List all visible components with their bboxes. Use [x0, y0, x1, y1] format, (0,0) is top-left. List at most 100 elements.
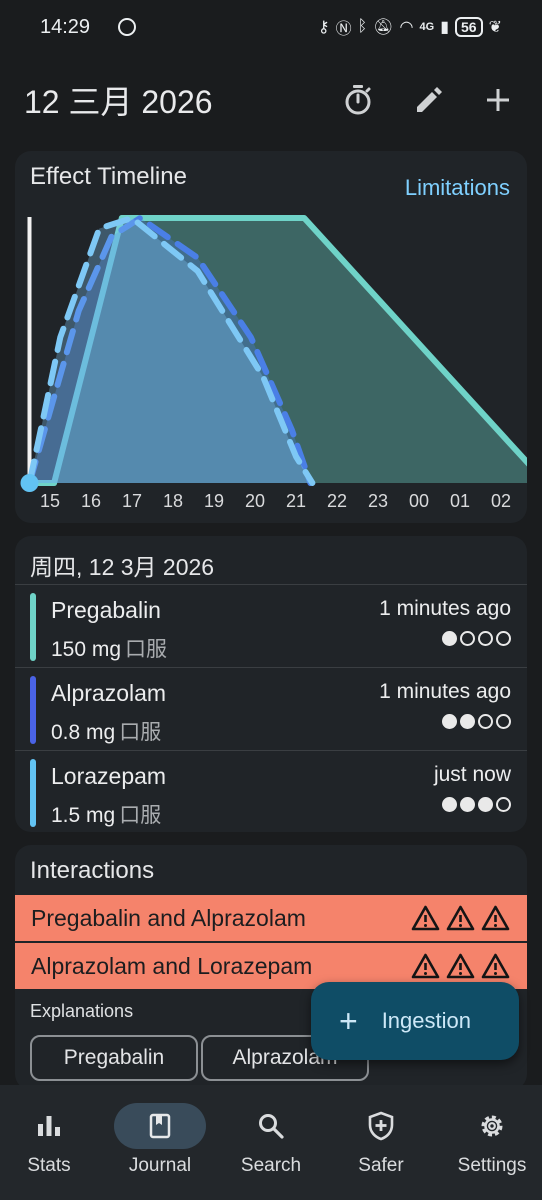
empty-dot-icon — [496, 631, 511, 646]
route-label: 口服 — [119, 721, 162, 744]
interaction-label: Pregabalin and Alprazolam — [31, 904, 306, 931]
time-ago: 1 minutes ago — [379, 680, 511, 703]
dose-amount: 1.5 mg — [51, 804, 116, 827]
nav-item-stats[interactable]: Stats — [0, 1103, 103, 1177]
severity-indicator — [410, 952, 511, 980]
x-tick-label: 21 — [285, 491, 307, 511]
interactions-title: Interactions — [30, 857, 155, 884]
fab-label: Ingestion — [381, 1008, 471, 1033]
effect-timeline-card[interactable]: Effect Timeline Limitations 15 16 17 18 19 20… — [15, 151, 527, 523]
filled-dot-icon — [460, 714, 475, 729]
time-ago: just now — [433, 763, 511, 786]
route-label: 口服 — [125, 638, 168, 661]
warning-icon — [411, 905, 440, 931]
x-tick-label: 02 — [490, 491, 512, 511]
dose-line: 150 mg 口服 — [51, 633, 167, 663]
now-marker-dot — [20, 474, 39, 492]
substance-name: Pregabalin — [51, 597, 161, 623]
status-bar: 14:29 ⚷ Ⓝ ᛒ 🔕︎ ◠ 4G ▮ 56 ❦ — [0, 0, 542, 54]
empty-dot-icon — [496, 797, 511, 812]
nav-label: Safer — [358, 1155, 404, 1176]
nav-item-journal[interactable]: Journal — [106, 1103, 214, 1177]
ingestion-row-lorazepam[interactable]: Lorazepam 1.5 mg 口服 just now — [15, 750, 527, 832]
empty-dot-icon — [478, 631, 493, 646]
ingestion-row-alprazolam[interactable]: Alprazolam 0.8 mg 口服 1 minutes ago — [15, 667, 527, 750]
day-title: 周四, 12 3月 2026 — [30, 554, 215, 580]
x-tick-label: 22 — [326, 491, 348, 511]
search-icon — [225, 1103, 317, 1149]
plus-icon: + — [339, 1003, 358, 1039]
ingestion-row-pregabalin[interactable]: Pregabalin 150 mg 口服 1 minutes ago — [15, 584, 527, 667]
nav-label: Settings — [457, 1155, 527, 1176]
x-tick-label: 23 — [367, 491, 389, 511]
x-tick-label: 20 — [244, 491, 266, 511]
timer-button[interactable] — [338, 80, 378, 120]
nav-label: Stats — [27, 1155, 71, 1176]
page-title: 12 三月 2026 — [24, 84, 213, 120]
key-icon: ⚷ — [317, 19, 330, 36]
filled-dot-icon — [442, 714, 457, 729]
explanation-chip-pregabalin[interactable]: Pregabalin — [30, 1035, 198, 1081]
dose-amount: 150 mg — [51, 638, 122, 661]
filled-dot-icon — [442, 797, 457, 812]
x-tick-label: 15 — [39, 491, 61, 511]
dose-strength-indicator — [442, 631, 511, 646]
stopwatch-icon — [345, 85, 371, 115]
route-label: 口服 — [119, 804, 162, 827]
network-label: 4G — [419, 21, 435, 33]
warning-icon — [411, 953, 440, 979]
leaf-icon: ❦ — [488, 19, 502, 36]
warning-icon — [446, 905, 475, 931]
x-tick-label: 17 — [121, 491, 143, 511]
x-tick-label: 01 — [449, 491, 471, 511]
bar-chart-icon — [3, 1103, 95, 1149]
battery-icon: 56 — [455, 17, 483, 37]
x-tick-label: 00 — [408, 491, 430, 511]
explanations-label: Explanations — [30, 1001, 134, 1021]
dose-line: 1.5 mg 口服 — [51, 799, 161, 829]
filled-dot-icon — [478, 797, 493, 812]
effect-timeline-chart[interactable] — [15, 151, 527, 523]
warning-icon — [446, 953, 475, 979]
substance-name: Lorazepam — [51, 763, 167, 789]
plus-icon — [487, 89, 509, 111]
dose-line: 0.8 mg 口服 — [51, 716, 161, 746]
dose-strength-indicator — [442, 797, 511, 812]
signal-icon: ▮ — [440, 19, 450, 36]
shield-plus-icon — [335, 1103, 427, 1149]
interaction-row[interactable]: Pregabalin and Alprazolam — [15, 895, 527, 941]
top-actions — [338, 80, 518, 120]
bluetooth-icon: ᛒ — [357, 18, 368, 35]
bottom-navigation: Stats Journal Search Safer Settings — [0, 1085, 542, 1200]
interaction-label: Alprazolam and Lorazepam — [31, 952, 313, 979]
add-ingestion-fab[interactable]: + Ingestion — [311, 982, 519, 1060]
empty-dot-icon — [460, 631, 475, 646]
substance-color-bar — [30, 759, 36, 827]
limitations-link[interactable]: Limitations — [405, 175, 510, 201]
wifi-icon: ◠ — [399, 19, 414, 36]
nav-label: Search — [240, 1155, 302, 1176]
mute-icon: 🔕︎ — [373, 19, 394, 36]
nav-item-search[interactable]: Search — [217, 1103, 325, 1177]
nfc-icon: Ⓝ — [335, 21, 352, 38]
empty-dot-icon — [496, 714, 511, 729]
dose-strength-indicator — [442, 714, 511, 729]
x-tick-label: 16 — [80, 491, 102, 511]
edit-button[interactable] — [408, 80, 448, 120]
warning-icon — [481, 905, 510, 931]
warning-icon — [481, 953, 510, 979]
day-ingestions-card: 周四, 12 3月 2026 Pregabalin 150 mg 口服 1 minut… — [15, 536, 527, 832]
app-notification-icon — [118, 18, 137, 36]
dose-amount: 0.8 mg — [51, 721, 116, 744]
nav-item-settings[interactable]: Settings — [438, 1103, 542, 1177]
substance-color-bar — [30, 593, 36, 661]
add-button[interactable] — [478, 80, 518, 120]
nav-item-safer[interactable]: Safer — [327, 1103, 435, 1177]
substance-name: Alprazolam — [51, 680, 167, 706]
severity-indicator — [410, 904, 511, 932]
nav-label: Journal — [128, 1155, 192, 1176]
x-tick-label: 19 — [203, 491, 225, 511]
timeline-title: Effect Timeline — [30, 163, 187, 190]
pencil-icon — [417, 87, 442, 112]
x-tick-label: 18 — [162, 491, 184, 511]
